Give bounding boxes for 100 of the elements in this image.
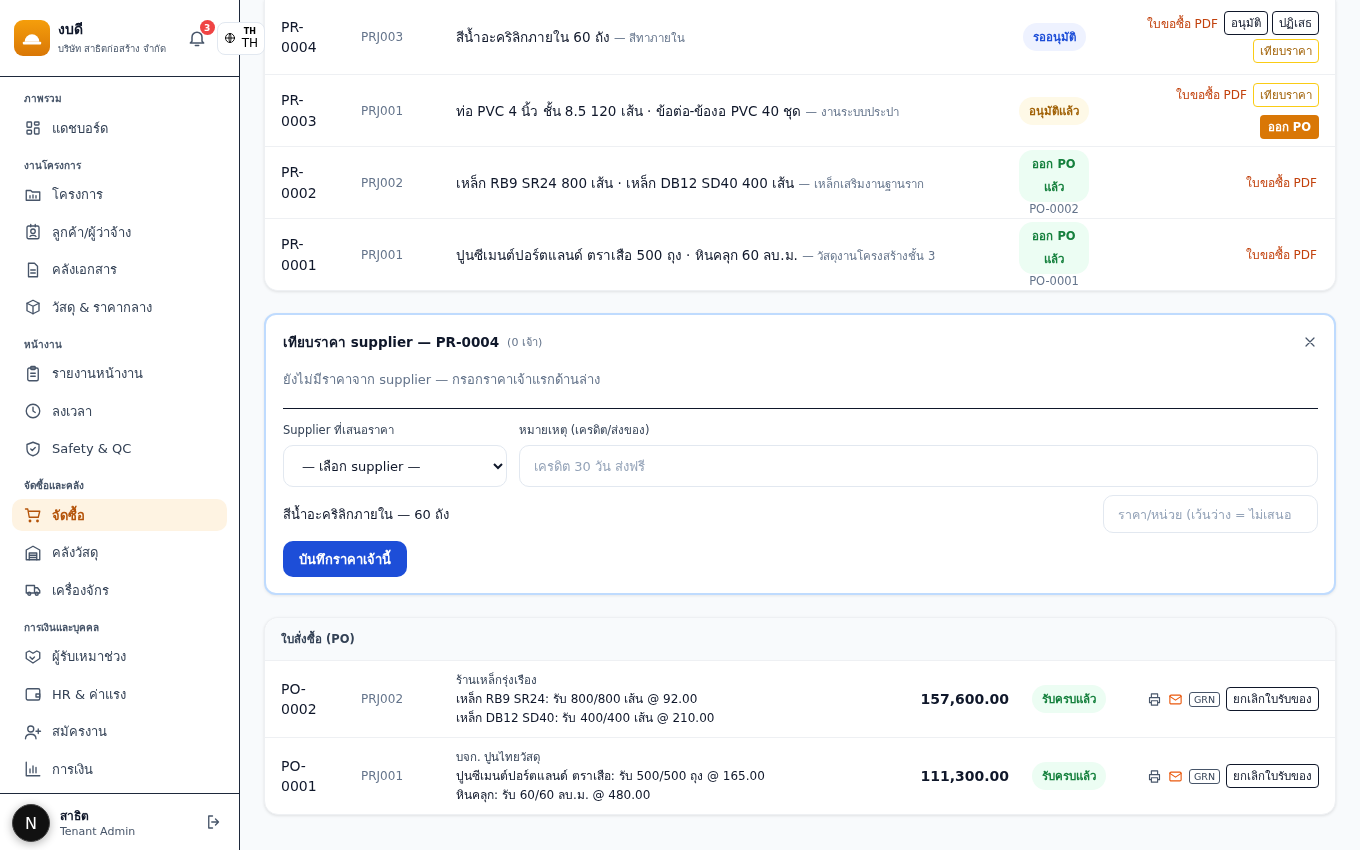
status-pill: รับครบแล้ว [1032,762,1106,790]
status-pill: รออนุมัติ [1022,23,1086,51]
save-button[interactable]: บันทึกราคาเจ้านี้ [283,541,407,577]
nav-section-title: การเงินและบุคคล [23,620,100,636]
order-amount: 111,300.00 [919,768,1009,784]
project-code: PRJ001 [361,247,405,262]
cart-icon [24,506,42,524]
project-code: PRJ001 [361,103,405,118]
nav-section-title: ภาพรวม [23,92,63,106]
cancel-receipt-button[interactable]: ยกเลิกใบรับของ [1226,764,1319,788]
status-pill: อนุมัติแล้ว [1019,96,1089,125]
action-button[interactable]: ปฏิเสธ [1272,11,1319,35]
project-code: PRJ002 [361,175,405,190]
pdf-link[interactable]: ใบขอซื้อ PDF [1173,85,1249,104]
nav-section-title: งานโครงการ [23,158,82,173]
request-id: PR-0004 [281,17,318,57]
dev-tools-badge[interactable]: N [12,804,50,842]
contact-card-icon [24,223,42,241]
grn-tag: GRN [1188,768,1220,784]
company-name: บริษัท สาธิตก่อสร้าง จำกัด [58,41,168,56]
sidebar-item[interactable]: ลูกค้า/ผู้ว่าจ้าง [12,216,227,248]
notification-badge: 3 [199,20,215,35]
brand-name: งบดี [58,19,84,39]
email-button[interactable] [1167,691,1183,707]
user-role: Tenant Admin [60,825,137,838]
request-id: PR-0003 [281,91,318,131]
supplier-select[interactable]: — เลือก supplier — [283,445,507,487]
project-code: PRJ001 [361,769,405,783]
email-button[interactable] [1167,768,1183,784]
envelope-icon [1167,691,1183,707]
envelope-icon [1167,768,1183,784]
project-code: PRJ003 [361,30,405,44]
globe-icon [223,32,236,44]
panel-title: เทียบราคา supplier — PR-0004 [283,333,500,352]
sidebar-item[interactable]: รายงานหน้างาน [12,357,227,390]
sidebar-item[interactable]: HR & ค่าแรง [12,678,227,710]
grid-icon [24,119,42,137]
price-input[interactable]: ราคา/หน่วย (เว้นว่าง = ไม่เสนอ [1103,495,1318,533]
po-id: PO-0001 [281,756,318,796]
field-label: Supplier ที่เสนอราคา [283,421,396,439]
box-icon [24,298,42,316]
shield-icon [24,439,42,458]
print-button[interactable] [1146,768,1162,784]
print-button[interactable] [1146,691,1162,707]
order-line: เหล็ก DB12 SD40: รับ 400/400 เส้น @ 210.00 [456,709,716,727]
nav-section-title: จัดซื้อและคลัง [23,477,85,493]
sidebar-item[interactable]: การเงิน [12,753,227,785]
supplier-name: บจก. ปูนไทยวัสดุ [456,749,542,766]
po-reference: PO-0002 [1029,201,1079,216]
grn-tag: GRN [1188,691,1220,707]
supplier-name: ร้านเหล็กรุ่งเรือง [456,671,538,689]
request-description: ปูนซีเมนต์ปอร์ตแลนด์ ตราเสือ 500 ถุง · หินคลุก 60 ลบ.ม. — วัสดุงานโครงสร้างชั้น 3 [456,245,937,266]
sidebar-item[interactable]: ผู้รับเหมาช่วง [12,640,227,673]
nav-section-title: หน้างาน [23,337,63,352]
status-pill: รับครบแล้ว [1032,685,1106,713]
bar-chart-icon [24,760,42,778]
sidebar-item[interactable]: โครงการ [12,178,227,211]
request-id: PR-0001 [281,235,318,275]
sidebar-item[interactable]: แดชบอร์ด [12,112,227,144]
request-id: PR-0002 [281,163,318,203]
sidebar-item[interactable]: จัดซื้อ [12,499,227,531]
user-name: สาธิต [60,808,90,825]
sidebar-item[interactable]: คลังวัสดุ [12,536,227,569]
item-line: สีน้ำอะคริลิกภายใน — 60 ถัง [283,504,449,524]
field-label: หมายเหตุ (เครดิต/ส่งของ) [519,422,651,439]
sidebar-item[interactable]: Safety & QC [12,432,227,465]
printer-icon [1146,691,1162,707]
warehouse-icon [24,543,42,562]
user-plus-icon [24,722,42,741]
order-line: เหล็ก RB9 SR24: รับ 800/800 เส้น @ 92.00 [456,690,699,708]
request-description: สีน้ำอะคริลิกภายใน 60 ถัง — สีทาภายใน [456,26,687,47]
order-line: หินคลุก: รับ 60/60 ลบ.ม. @ 480.00 [456,787,652,804]
pdf-link[interactable]: ใบขอซื้อ PDF [1144,13,1220,33]
po-id: PO-0002 [281,679,318,719]
sidebar-item[interactable]: เครื่องจักร [12,574,227,606]
printer-icon [1146,768,1162,784]
note-input[interactable]: เครดิต 30 วัน ส่งฟรี [519,445,1318,487]
cancel-receipt-button[interactable]: ยกเลิกใบรับของ [1226,687,1319,711]
sidebar-item[interactable]: วัสดุ & ราคากลาง [12,291,227,323]
sidebar-item[interactable]: ลงเวลา [12,395,227,427]
wallet-icon [24,685,42,703]
pdf-link[interactable]: ใบขอซื้อ PDF [1243,245,1319,264]
clock-icon [24,402,42,420]
pdf-link[interactable]: ใบขอซื้อ PDF [1243,173,1319,192]
order-line: ปูนซีเมนต์ปอร์ตแลนด์ ตราเสือ: รับ 500/500 ถุง @ 165.00 [456,768,766,785]
request-description: เหล็ก RB9 SR24 800 เส้น · เหล็ก DB12 SD40 400 เส้น — เหล็กเสริมงานฐานราก [456,173,925,193]
status-pill: ออก PO แล้ว [1019,221,1089,274]
compare-button[interactable]: เทียบราคา [1253,82,1319,107]
language-button[interactable]: TH TH [216,21,265,55]
sidebar-item[interactable]: สมัครงาน [12,715,227,748]
order-amount: 157,600.00 [919,691,1009,707]
action-button[interactable]: อนุมัติ [1224,11,1268,35]
status-pill: ออก PO แล้ว [1019,149,1089,202]
sidebar-item[interactable]: คลังเอกสาร [12,253,227,286]
request-description: ท่อ PVC 4 นิ้ว ชั้น 8.5 120 เส้น · ข้อต่อ-ข้องอ PVC 40 ชุด — งานระบบประปา [456,100,900,122]
project-code: PRJ002 [361,692,405,706]
compare-button[interactable]: เทียบราคา [1253,39,1319,63]
po-reference: PO-0001 [1029,273,1079,288]
orders-title: ใบสั่งซื้อ (PO) [265,618,1335,661]
empty-message: ยังไม่มีราคาจาก supplier — กรอกราคาเจ้าแรกด้านล่าง [283,353,1318,409]
